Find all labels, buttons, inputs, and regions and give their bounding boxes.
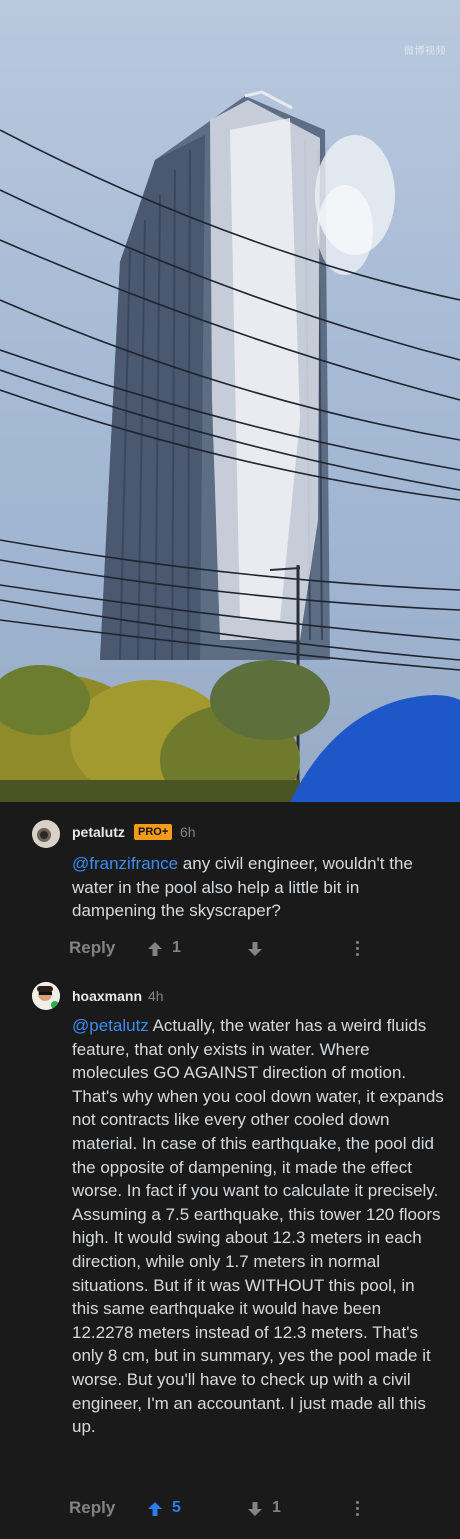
avatar-image-icon	[32, 820, 60, 848]
comment-body: @petalutz Actually, the water has a weir…	[72, 1014, 444, 1439]
mention-link[interactable]: @petalutz	[72, 1016, 149, 1035]
avatar-image-icon	[32, 982, 60, 1010]
more-options-icon[interactable]	[356, 1501, 360, 1519]
comment-username[interactable]: petalutz	[72, 824, 125, 840]
comment-body: @franzifrance any civil engineer, wouldn…	[72, 852, 444, 923]
upvote-arrow-icon[interactable]	[146, 940, 164, 958]
comment-text: Actually, the water has a weird fluids f…	[72, 1016, 444, 1437]
avatar[interactable]	[32, 820, 60, 848]
comment-actions: Reply 5 1	[0, 1496, 460, 1522]
avatar[interactable]	[32, 982, 60, 1010]
pro-badge: PRO+	[134, 824, 173, 840]
reply-button[interactable]: Reply	[69, 938, 115, 958]
downvote-arrow-icon[interactable]	[246, 1500, 264, 1518]
video-frame[interactable]: 微博视频	[0, 0, 460, 802]
watermark-text: 微博视频	[404, 46, 446, 57]
comment-time: 6h	[180, 824, 196, 840]
comment-username[interactable]: hoaxmann	[72, 988, 142, 1004]
upvote-arrow-icon[interactable]	[146, 1500, 164, 1518]
comment-actions: Reply 1	[0, 936, 460, 962]
reply-button[interactable]: Reply	[69, 1498, 115, 1518]
more-options-icon[interactable]	[356, 941, 360, 959]
skyscraper-scene	[0, 90, 460, 802]
downvote-count: 1	[272, 1499, 281, 1516]
downvote-arrow-icon[interactable]	[246, 940, 264, 958]
mention-link[interactable]: @franzifrance	[72, 854, 178, 873]
upvote-count: 5	[172, 1499, 181, 1516]
upvote-count: 1	[172, 939, 181, 956]
comment-time: 4h	[148, 988, 164, 1004]
